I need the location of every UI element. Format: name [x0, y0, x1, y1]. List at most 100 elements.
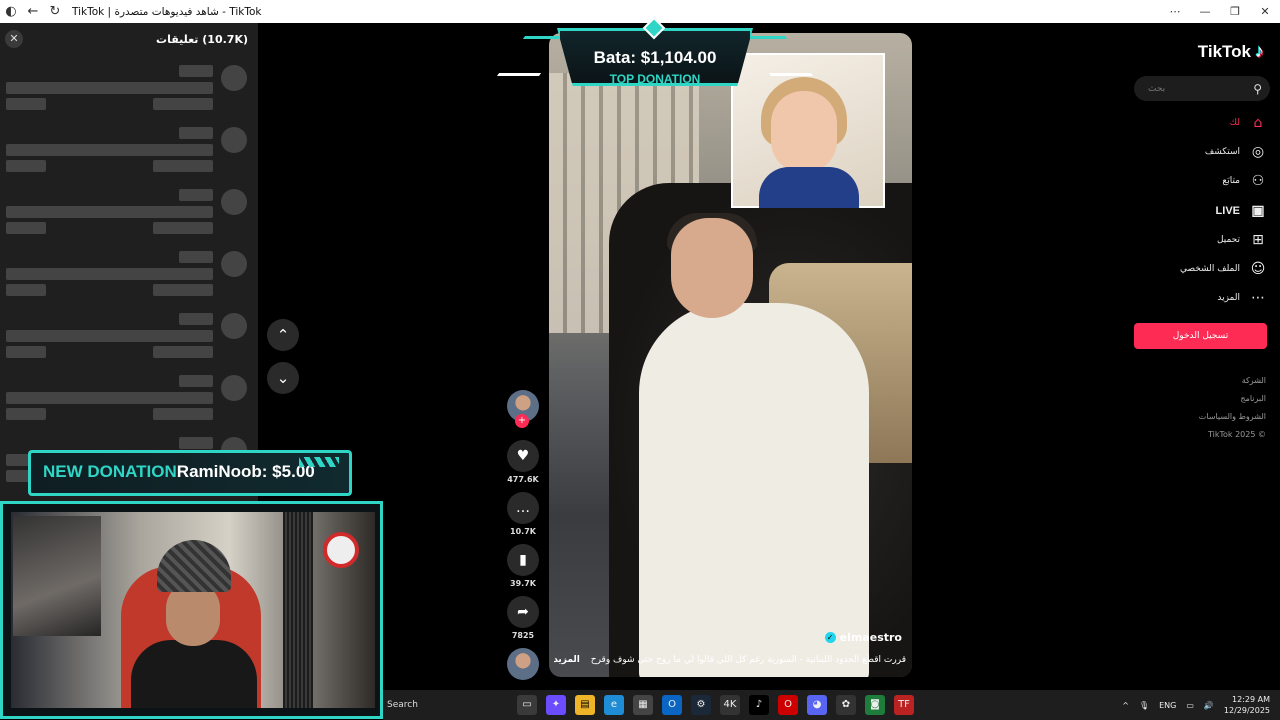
restore-icon[interactable]: ❐: [1220, 0, 1250, 23]
sidebar-item-following[interactable]: ⚇ متابَع: [1222, 173, 1266, 189]
share-arrow-icon: ➦: [507, 596, 539, 628]
like-button[interactable]: ♥ 477.6K: [505, 440, 541, 484]
back-arrow-icon[interactable]: ←: [22, 4, 44, 19]
clock-date: 12/29/2025: [1223, 706, 1270, 715]
search-input[interactable]: ⚲ بحث: [1134, 76, 1270, 101]
skeleton-line: [179, 437, 213, 449]
comments-header: تعليقات (10.7K): [156, 33, 248, 46]
network-icon[interactable]: ▭: [1186, 701, 1194, 710]
store-icon[interactable]: ▦: [633, 695, 653, 715]
share-button[interactable]: ➦ 7825: [505, 596, 541, 640]
discord-icon[interactable]: ◕: [807, 695, 827, 715]
skeleton-avatar: [221, 189, 247, 215]
close-window-icon[interactable]: ✕: [1250, 0, 1280, 23]
caption-more-link[interactable]: المزيد: [554, 655, 580, 665]
skeleton-line: [153, 408, 213, 420]
microphone-icon[interactable]: 🎙: [1139, 701, 1149, 710]
video-man-head: [671, 218, 753, 318]
tray-chevron-icon[interactable]: ^: [1122, 701, 1129, 710]
like-count: 477.6K: [507, 475, 539, 484]
heart-icon: ♥: [507, 440, 539, 472]
video-username[interactable]: ✓ elmaestro: [824, 631, 902, 644]
top-donation-banner: Bata: $1,104.00 TOP DONATION: [496, 16, 814, 86]
steam-icon[interactable]: ⚙: [691, 695, 711, 715]
sidebar-item-foryou[interactable]: ⌂ لك: [1230, 115, 1266, 131]
edge-icon[interactable]: e: [604, 695, 624, 715]
outlook-icon[interactable]: O: [662, 695, 682, 715]
previous-video-button[interactable]: ⌃: [267, 319, 299, 351]
reload-icon[interactable]: ↻: [44, 4, 66, 19]
taskbar-clock[interactable]: 12:29 AM 12/29/2025: [1224, 694, 1270, 716]
skeleton-line: [6, 408, 46, 420]
whatsapp-icon[interactable]: ◙: [865, 695, 885, 715]
tiktok-note-icon: ♪: [1255, 41, 1264, 61]
skeleton-line: [6, 222, 46, 234]
top-donation-amount: Bata: $1,104.00: [593, 48, 717, 67]
menu-dots-icon[interactable]: ⋯: [1160, 0, 1190, 23]
follow-plus-icon[interactable]: +: [515, 414, 529, 428]
sidebar-item-label: LIVE: [1215, 204, 1240, 217]
video-caption-text: قررت اقطع الحدود اللبنانية - السورية رغم…: [590, 655, 906, 665]
skeleton-line: [6, 98, 46, 110]
sidebar-item-label: الملف الشخصي: [1180, 264, 1240, 274]
sidebar-item-label: متابَع: [1222, 176, 1240, 186]
opera-icon[interactable]: O: [778, 695, 798, 715]
tiktok-logo-text: TikTok: [1197, 41, 1251, 61]
chatgpt-icon[interactable]: ✿: [836, 695, 856, 715]
creator-avatar-button[interactable]: +: [505, 390, 541, 428]
close-comments-icon[interactable]: ✕: [5, 30, 23, 48]
sidebar-item-live[interactable]: ▣ LIVE: [1216, 202, 1266, 219]
footer-link-terms[interactable]: الشروط والسياسات: [1199, 412, 1266, 421]
tf-app-icon[interactable]: TF: [894, 695, 914, 715]
skeleton-line: [179, 127, 213, 139]
taskbar-search[interactable]: Search: [387, 700, 477, 710]
tiktok-sidebar: ♪ TikTok ⚲ بحث ⌂ لك ◎ استكشف ⚇ متابَع ▣ …: [1126, 23, 1280, 700]
language-indicator[interactable]: ENG: [1159, 701, 1176, 710]
task-view-icon[interactable]: ▭: [517, 695, 537, 715]
sidebar-item-more[interactable]: ⋯ المزيد: [1217, 290, 1266, 306]
skeleton-line: [153, 284, 213, 296]
volume-icon[interactable]: 🔊: [1204, 701, 1214, 710]
skeleton-line: [153, 98, 213, 110]
clock-time: 12:29 AM: [1232, 695, 1270, 704]
new-donation-who: RamiNoob: $5.00: [176, 462, 315, 481]
sidebar-item-explore[interactable]: ◎ استكشف: [1205, 144, 1266, 160]
copilot-icon[interactable]: ✦: [546, 695, 566, 715]
video-caption: قررت اقطع الحدود اللبنانية - السورية رغم…: [554, 655, 906, 665]
sidebar-item-upload[interactable]: ⊞ تحميل: [1217, 232, 1266, 248]
video-player[interactable]: ✓ elmaestro قررت اقطع الحدود اللبنانية -…: [549, 33, 912, 677]
footer-link-program[interactable]: البرنامج: [1240, 394, 1266, 403]
no-smoking-sign-icon: [323, 532, 359, 568]
next-video-button[interactable]: ⌄: [267, 362, 299, 394]
home-icon: ⌂: [1253, 115, 1263, 131]
skeleton-line: [6, 206, 213, 218]
wall-tassel: [283, 512, 313, 708]
login-button[interactable]: تسجيل الدخول: [1134, 323, 1267, 349]
footer-link-company[interactable]: الشركة: [1242, 376, 1266, 385]
skeleton-line: [153, 222, 213, 234]
tiktok-taskbar-icon[interactable]: ♪: [749, 695, 769, 715]
skeleton-line: [179, 251, 213, 263]
save-button[interactable]: ▮ 39.7K: [505, 544, 541, 588]
skeleton-line: [6, 330, 213, 342]
profile-icon: ☺: [1250, 261, 1266, 277]
skeleton-line: [6, 284, 46, 296]
top-donation-label: TOP DONATION: [609, 72, 701, 86]
skeleton-avatar: [221, 127, 247, 153]
app-4k-icon[interactable]: 4K: [720, 695, 740, 715]
sound-disc-avatar: [507, 648, 539, 680]
skeleton-avatar: [221, 375, 247, 401]
minimize-icon[interactable]: —: [1190, 0, 1220, 23]
compass-icon: ◎: [1251, 144, 1265, 160]
save-count: 39.7K: [510, 579, 536, 588]
skeleton-avatar: [221, 313, 247, 339]
share-count: 7825: [511, 631, 535, 640]
tiktok-logo[interactable]: ♪ TikTok: [1198, 41, 1264, 62]
file-explorer-icon[interactable]: ▤: [575, 695, 595, 715]
search-icon[interactable]: ⚲: [1253, 82, 1262, 96]
comment-button[interactable]: … 10.7K: [505, 492, 541, 536]
sidebar-item-label: تحميل: [1216, 235, 1240, 245]
sound-avatar-button[interactable]: [505, 648, 541, 680]
sidebar-item-profile[interactable]: ☺ الملف الشخصي: [1180, 261, 1266, 277]
bookmark-icon: ▮: [507, 544, 539, 576]
